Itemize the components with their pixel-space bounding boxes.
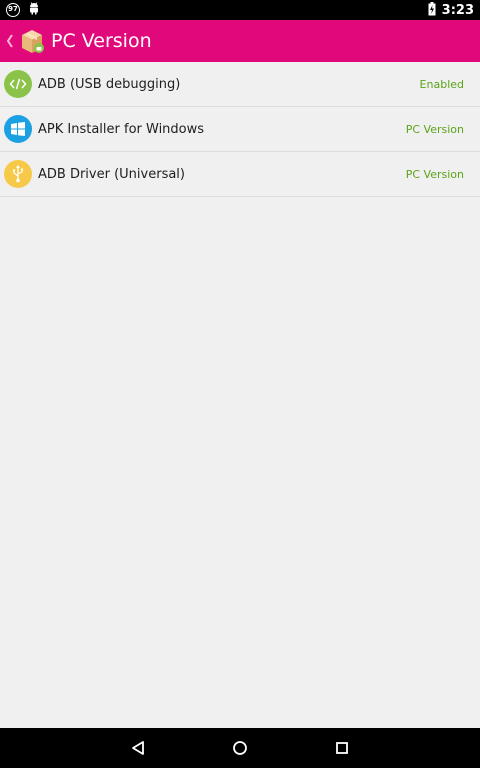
list-item-label: ADB (USB debugging) — [38, 76, 181, 92]
notification-badge-icon: 97 — [6, 3, 20, 17]
back-chevron-icon[interactable] — [3, 20, 17, 62]
list-item-apk-installer[interactable]: APK Installer for Windows PC Version — [0, 107, 480, 152]
list-item-status: Enabled — [419, 77, 464, 91]
back-triangle-icon[interactable] — [128, 738, 148, 758]
list-item-status: PC Version — [405, 167, 464, 181]
package-box-icon[interactable] — [19, 26, 45, 56]
status-bar: 97 3:23 — [0, 0, 480, 20]
settings-list: ADB (USB debugging) Enabled APK Installe… — [0, 62, 480, 197]
home-circle-icon[interactable] — [230, 738, 250, 758]
list-item-status: PC Version — [405, 122, 464, 136]
list-item-label: APK Installer for Windows — [38, 121, 205, 137]
status-left-icons: 97 — [6, 2, 40, 18]
windows-icon — [4, 115, 32, 143]
android-icon — [28, 2, 40, 18]
clock: 3:23 — [441, 3, 474, 18]
list-item-adb[interactable]: ADB (USB debugging) Enabled — [0, 62, 480, 107]
battery-charging-icon — [428, 2, 436, 19]
navigation-bar — [0, 728, 480, 768]
list-item-label: ADB Driver (Universal) — [38, 166, 185, 182]
code-icon — [4, 70, 32, 98]
page-title: PC Version — [51, 30, 152, 52]
recents-square-icon[interactable] — [332, 738, 352, 758]
status-right-icons: 3:23 — [428, 2, 474, 19]
list-item-adb-driver[interactable]: ADB Driver (Universal) PC Version — [0, 152, 480, 197]
app-bar: PC Version — [0, 20, 480, 62]
usb-icon — [4, 160, 32, 188]
